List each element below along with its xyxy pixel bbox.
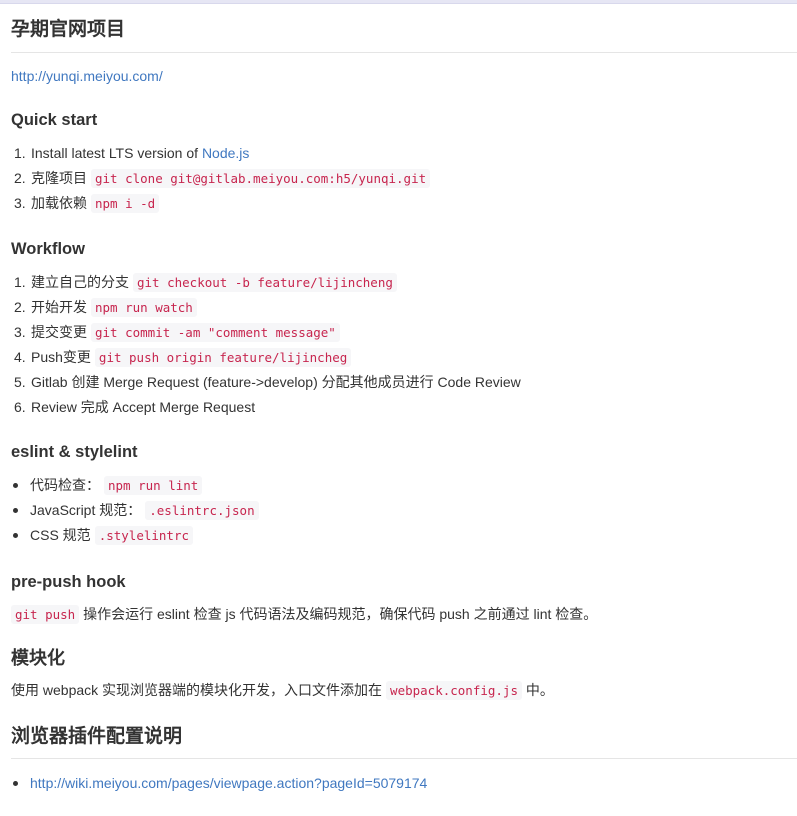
inline-code: git checkout -b feature/lijincheng <box>133 273 397 292</box>
nodejs-link[interactable]: Node.js <box>202 145 249 161</box>
list-item: 6. Review 完成 Accept Merge Request <box>14 395 521 420</box>
inline-code: git commit -am "comment message" <box>91 323 340 342</box>
page-title: 孕期官网项目 <box>11 19 126 40</box>
list-item: http://wiki.meiyou.com/pages/viewpage.ac… <box>12 771 427 796</box>
plugins-divider <box>11 758 797 759</box>
item-text: 开始开发 <box>31 299 87 315</box>
lint-list: 代码检查： npm run lint JavaScript 规范： .eslintr… <box>12 473 259 548</box>
wiki-link[interactable]: http://wiki.meiyou.com/pages/viewpage.ac… <box>30 775 427 791</box>
item-number: 1. <box>14 274 26 290</box>
inline-code: git push <box>11 605 80 624</box>
item-number: 5. <box>14 374 26 390</box>
list-item: 2. 开始开发 npm run watch <box>14 295 521 320</box>
prepush-text: 操作会运行 eslint 检查 js 代码语法及编码规范，确保代码 push 之… <box>79 606 598 622</box>
prepush-heading: pre-push hook <box>11 573 126 591</box>
list-item: JavaScript 规范： .eslintrc.json <box>12 498 259 523</box>
item-number: 2. <box>14 299 26 315</box>
item-text: 提交变更 <box>31 324 87 340</box>
inline-code: webpack.config.js <box>386 681 522 700</box>
inline-code: .eslintrc.json <box>145 501 259 520</box>
bullet-icon <box>12 473 30 498</box>
inline-code: git push origin feature/lijincheg <box>94 348 352 367</box>
bullet-icon <box>12 771 30 796</box>
site-url-line: http://yunqi.meiyou.com/ <box>11 66 163 86</box>
bullet-icon <box>12 523 30 548</box>
top-border <box>0 0 797 4</box>
site-url-link[interactable]: http://yunqi.meiyou.com/ <box>11 68 163 84</box>
item-text: 建立自己的分支 <box>31 274 129 290</box>
workflow-heading: Workflow <box>11 240 85 258</box>
modular-text-after: 中。 <box>521 682 554 698</box>
list-item: CSS 规范 .stylelintrc <box>12 523 259 548</box>
lint-heading: eslint & stylelint <box>11 443 138 461</box>
inline-code: npm run lint <box>104 476 203 495</box>
modular-text: 使用 webpack 实现浏览器端的模块化开发，入口文件添加在 <box>11 682 383 698</box>
plugins-list: http://wiki.meiyou.com/pages/viewpage.ac… <box>12 771 427 796</box>
item-text: 代码检查： <box>30 477 100 493</box>
item-number: 4. <box>14 349 26 365</box>
item-number: 6. <box>14 399 26 415</box>
plugins-heading: 浏览器插件配置说明 <box>11 726 183 747</box>
inline-code: git clone git@gitlab.meiyou.com:h5/yunqi… <box>91 169 431 188</box>
list-item: 3. 加载依赖 npm i -d <box>14 191 430 216</box>
inline-code: npm i -d <box>91 194 160 213</box>
item-number: 2. <box>14 170 26 186</box>
bullet-icon <box>12 498 30 523</box>
item-number: 1. <box>14 145 26 161</box>
list-item: 3. 提交变更 git commit -am "comment message" <box>14 320 521 345</box>
modular-paragraph: 使用 webpack 实现浏览器端的模块化开发，入口文件添加在 webpack.c… <box>11 678 554 703</box>
item-text: CSS 规范 <box>30 527 91 543</box>
quick-start-heading: Quick start <box>11 111 98 129</box>
list-item: 1. Install latest LTS version of Node.js <box>14 141 430 166</box>
item-text: Push变更 <box>31 349 91 365</box>
item-text: Gitlab 创建 Merge Request (feature->develo… <box>31 374 521 390</box>
item-text: 加载依赖 <box>31 195 87 211</box>
quick-start-list: 1. Install latest LTS version of Node.js … <box>14 141 431 216</box>
modular-heading: 模块化 <box>11 648 65 668</box>
prepush-paragraph: git push 操作会运行 eslint 检查 js 代码语法及编码规范，确保… <box>11 602 597 627</box>
item-number: 3. <box>14 195 26 211</box>
item-text: Install latest LTS version of <box>31 145 202 161</box>
list-item: 2. 克隆项目 git clone git@gitlab.meiyou.com:h5… <box>14 166 431 191</box>
inline-code: .stylelintrc <box>94 526 193 545</box>
title-divider <box>11 52 797 53</box>
list-item: 5. Gitlab 创建 Merge Request (feature->deve… <box>14 370 521 395</box>
list-item: 代码检查： npm run lint <box>12 473 259 498</box>
item-text: 克隆项目 <box>31 170 87 186</box>
list-item: 1. 建立自己的分支 git checkout -b feature/lijinch… <box>14 270 521 295</box>
list-item: 4. Push变更 git push origin feature/lijinche… <box>14 345 521 370</box>
item-text: JavaScript 规范： <box>30 502 142 518</box>
item-text: Review 完成 Accept Merge Request <box>31 399 256 415</box>
inline-code: npm run watch <box>91 298 197 317</box>
workflow-list: 1. 建立自己的分支 git checkout -b feature/lijinch… <box>14 270 521 420</box>
item-number: 3. <box>14 324 26 340</box>
